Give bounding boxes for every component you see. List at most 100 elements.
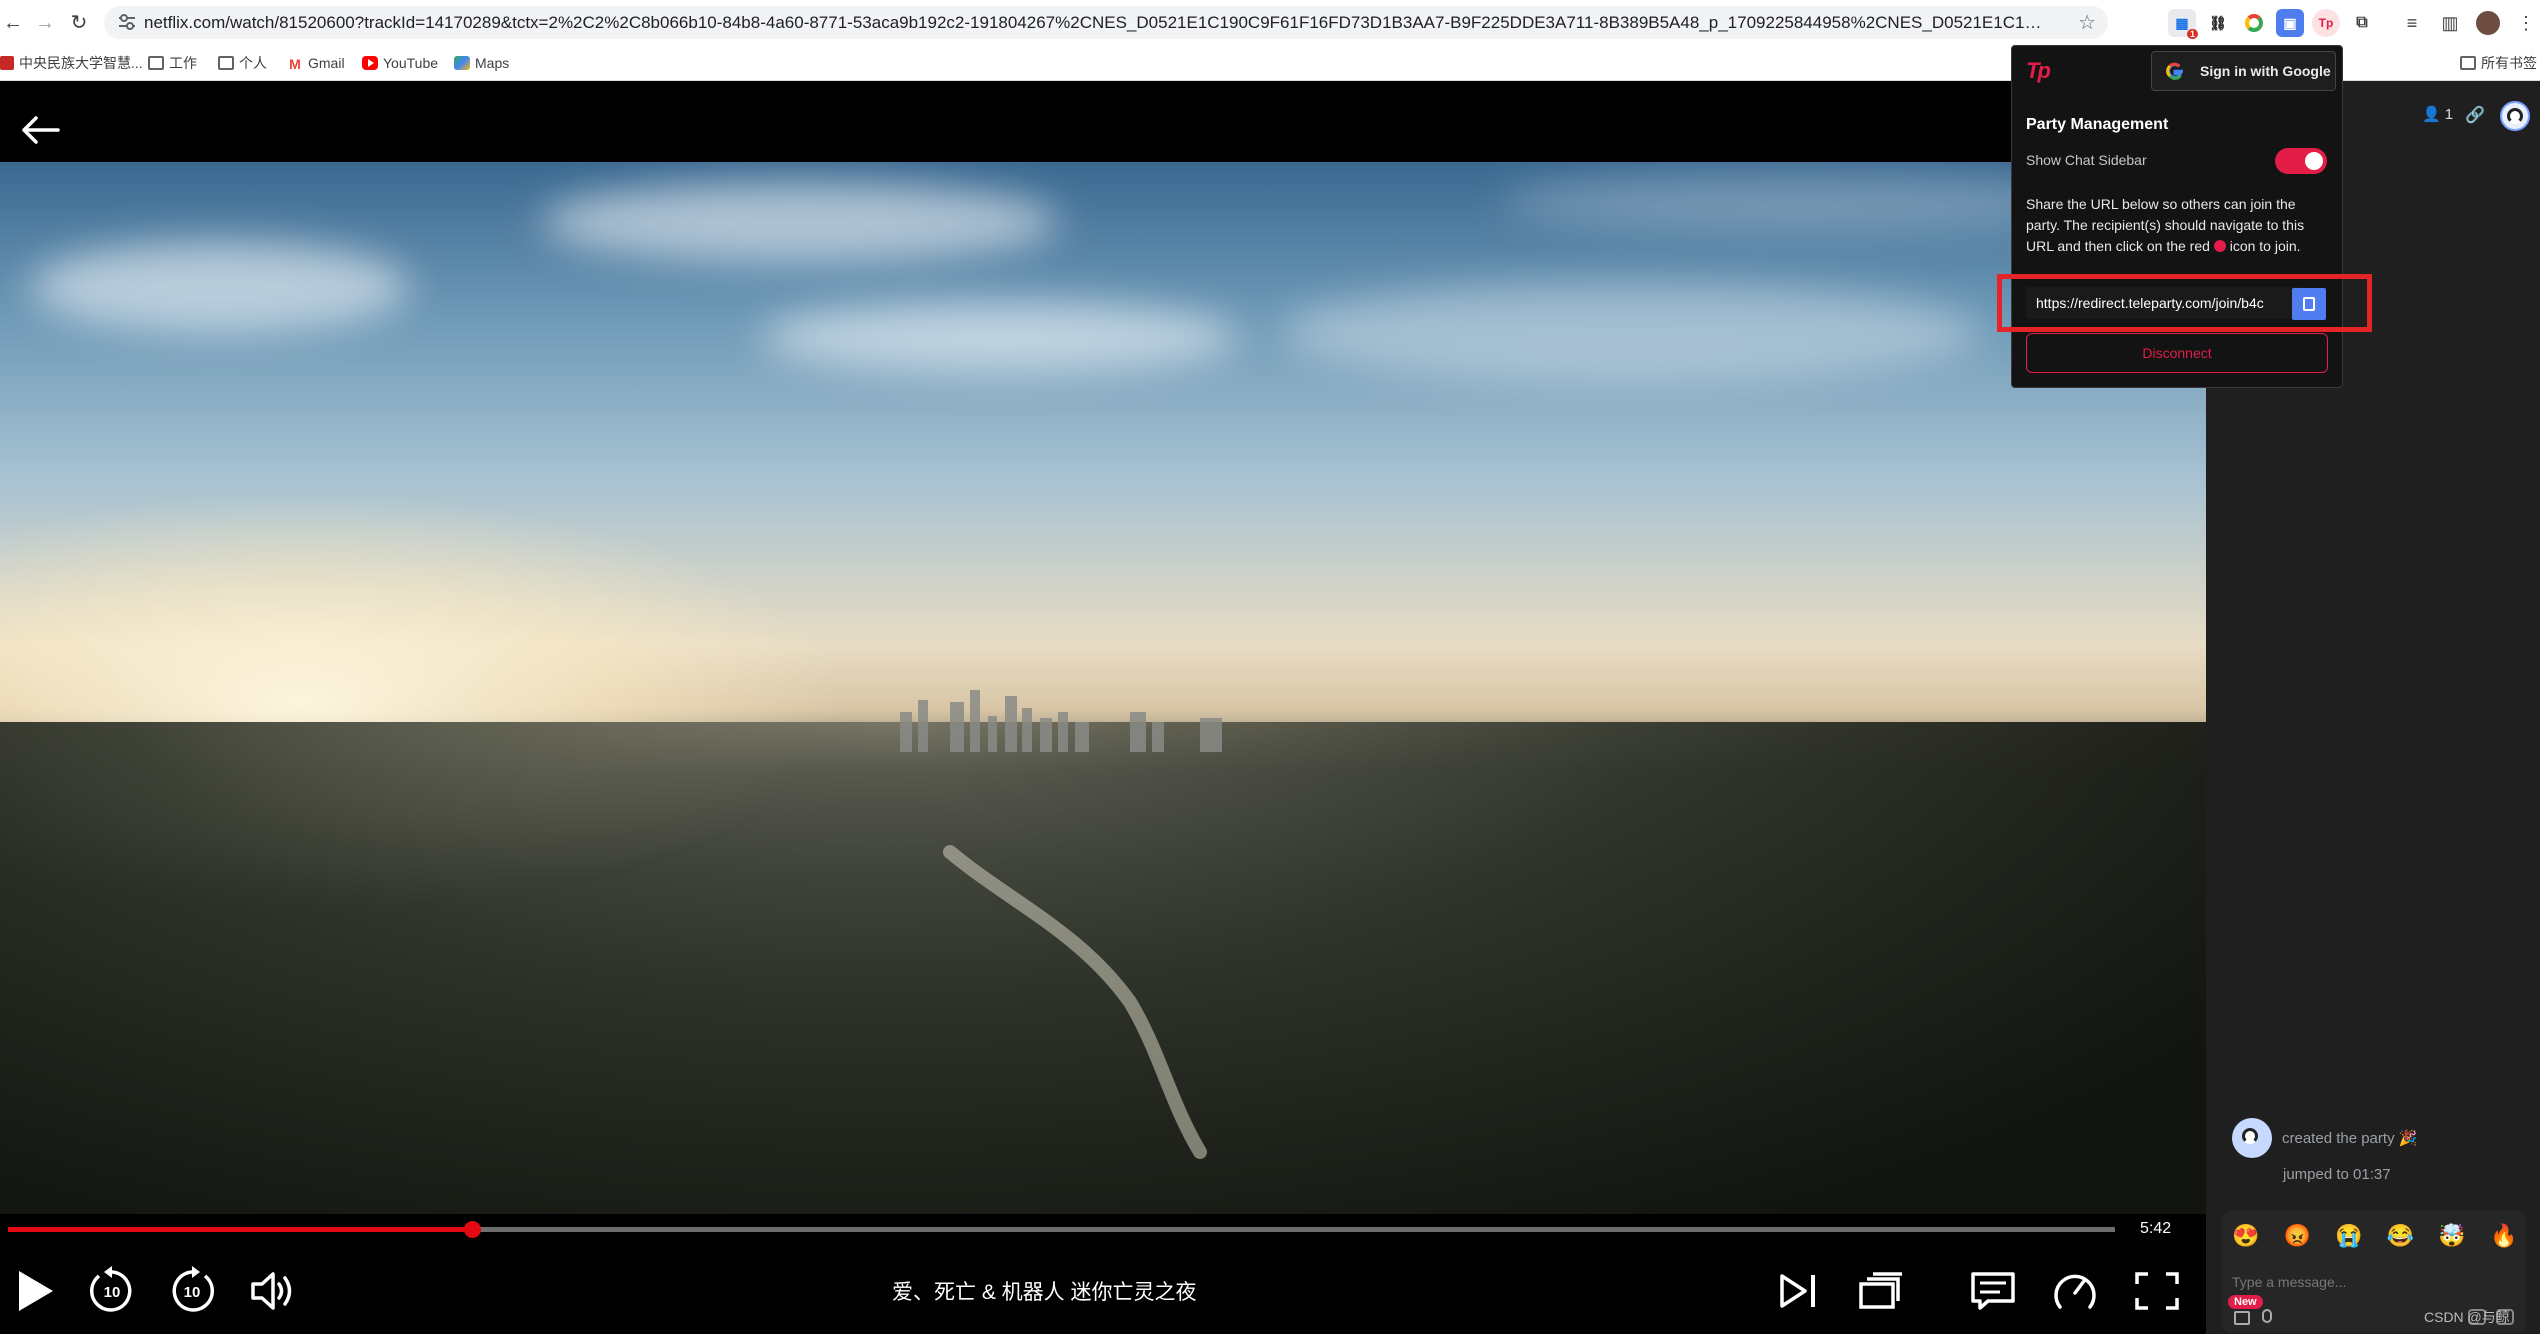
extension-icon[interactable]: ⛓ xyxy=(2204,9,2232,37)
volume-button[interactable] xyxy=(246,1263,302,1319)
next-episode-icon xyxy=(1780,1274,1815,1308)
google-signin-button[interactable]: Sign in with Google xyxy=(2151,51,2336,91)
skip-back-button[interactable]: 10 xyxy=(84,1263,140,1319)
site-favicon-icon xyxy=(0,56,14,70)
video-player[interactable]: 5:42 10 10 爱、死亡 & 机器人 迷你亡灵之夜 xyxy=(0,81,2206,1334)
gif-icon[interactable] xyxy=(2234,1311,2250,1325)
profile-avatar[interactable] xyxy=(2476,11,2500,35)
youtube-icon xyxy=(362,56,378,70)
message-text: created the party 🎉 xyxy=(2282,1129,2417,1147)
bookmark-label: 所有书签 xyxy=(2481,55,2537,71)
skip-forward-button[interactable]: 10 xyxy=(164,1263,220,1319)
emoji-laughing[interactable]: 😂 xyxy=(2387,1223,2414,1249)
back-arrow-icon[interactable] xyxy=(20,115,60,145)
watermark: CSDN @与鲸 xyxy=(2424,1309,2510,1325)
media-controls-icon[interactable]: ≡ xyxy=(2400,11,2424,35)
bookmark-maps[interactable]: Maps xyxy=(454,54,509,72)
cloud xyxy=(30,242,410,332)
cloud xyxy=(1500,172,2100,232)
puzzle-extensions-icon[interactable]: ⧉ xyxy=(2348,9,2376,37)
message-avatar xyxy=(2232,1118,2272,1158)
emoji-crying[interactable]: 😭 xyxy=(2335,1223,2362,1249)
chat-message-input[interactable] xyxy=(2232,1270,2482,1294)
folder-icon xyxy=(2460,56,2476,70)
share-text-part2: icon to join. xyxy=(2229,238,2301,254)
menu-dots-icon[interactable]: ⋮ xyxy=(2514,11,2538,35)
play-icon xyxy=(19,1271,53,1311)
chat-message: created the party 🎉 xyxy=(2232,1118,2417,1158)
cloud xyxy=(760,302,1240,372)
next-episode-button[interactable] xyxy=(1774,1263,1822,1319)
emoji-fire[interactable]: 🔥 xyxy=(2490,1223,2517,1249)
playback-speed-button[interactable] xyxy=(2048,1263,2102,1319)
side-panel-icon[interactable]: ▥ xyxy=(2438,11,2462,35)
teleparty-extension-icon[interactable]: Tp xyxy=(2312,9,2340,37)
annotation-highlight-box xyxy=(1997,274,2372,332)
replay-10-icon: 10 xyxy=(89,1266,132,1312)
gmail-icon: M xyxy=(289,56,301,72)
episode-title: 爱、死亡 & 机器人 迷你亡灵之夜 xyxy=(892,1281,1197,1304)
progress-fill xyxy=(8,1227,472,1232)
browser-toolbar: ← → ↻ netflix.com/watch/81520600?trackId… xyxy=(0,0,2540,45)
back-nav-icon[interactable]: ← xyxy=(0,10,26,36)
google-signin-label: Sign in with Google xyxy=(2200,63,2331,79)
emoji-angry[interactable]: 😡 xyxy=(2284,1223,2311,1249)
extensions-bar: ▦ 1 ⛓ ▣ Tp ⧉ xyxy=(2168,9,2376,39)
cloud xyxy=(1280,282,1980,382)
fullscreen-button[interactable] xyxy=(2130,1263,2184,1319)
system-message: jumped to 01:37 xyxy=(2283,1166,2391,1183)
folder-icon xyxy=(218,56,234,70)
cloud xyxy=(540,182,1060,262)
party-management-title: Party Management xyxy=(2026,116,2169,133)
site-settings-icon[interactable] xyxy=(118,14,136,30)
users-icon: 👤 xyxy=(2422,106,2441,123)
bookmark-star-icon[interactable]: ☆ xyxy=(2078,10,2096,35)
speedometer-icon xyxy=(2054,1274,2096,1309)
link-icon[interactable]: 🔗 xyxy=(2465,105,2485,125)
omnibox[interactable]: netflix.com/watch/81520600?trackId=14170… xyxy=(104,6,2108,39)
city-skyline xyxy=(900,690,1222,752)
progress-bar[interactable] xyxy=(8,1221,2115,1238)
avatar-face xyxy=(2242,1128,2258,1144)
browser-right-controls: ≡ ▥ ⋮ xyxy=(2400,9,2538,37)
highway xyxy=(943,845,1207,1159)
progress-scrubber[interactable] xyxy=(463,1221,481,1238)
disconnect-button[interactable]: Disconnect xyxy=(2026,333,2328,373)
reload-icon[interactable]: ↻ xyxy=(66,10,92,36)
bookmark-label: Maps xyxy=(475,55,510,71)
bookmark-label: 工作 xyxy=(169,55,197,71)
play-button[interactable] xyxy=(10,1263,60,1319)
url-text[interactable]: netflix.com/watch/81520600?trackId=14170… xyxy=(144,6,2044,39)
subtitles-button[interactable] xyxy=(1966,1263,2020,1319)
bookmark-folder-personal[interactable]: 个人 xyxy=(218,54,267,72)
bookmark-label: Gmail xyxy=(308,55,345,71)
emoji-heart-eyes[interactable]: 😍 xyxy=(2232,1223,2259,1249)
emoji-reactions: 😍 😡 😭 😂 🤯 🔥 xyxy=(2232,1223,2517,1249)
extension-icon[interactable]: ▦ 1 xyxy=(2168,9,2198,39)
message-body: created the party xyxy=(2282,1130,2395,1147)
all-bookmarks[interactable]: 所有书签 xyxy=(2460,54,2537,72)
bookmark-gmail[interactable]: M Gmail xyxy=(287,54,345,72)
forward-nav-icon[interactable]: → xyxy=(32,10,58,36)
show-chat-label: Show Chat Sidebar xyxy=(2026,152,2147,168)
extension-icon[interactable] xyxy=(2240,9,2268,37)
show-chat-toggle[interactable] xyxy=(2275,148,2327,174)
forward-10-icon: 10 xyxy=(172,1266,215,1312)
avatar-face xyxy=(2507,108,2523,124)
bookmark-youtube[interactable]: YouTube xyxy=(362,54,438,72)
participants-number: 1 xyxy=(2444,105,2454,123)
party-popper-icon: 🎉 xyxy=(2398,1130,2418,1147)
emoji-mind-blown[interactable]: 🤯 xyxy=(2438,1223,2465,1249)
skip-forward-seconds: 10 xyxy=(184,1284,201,1301)
microphone-icon[interactable] xyxy=(2262,1309,2272,1323)
video-frame[interactable] xyxy=(0,162,2206,1214)
bookmark-label: YouTube xyxy=(383,55,439,71)
teleparty-red-icon xyxy=(2213,240,2226,252)
user-avatar[interactable] xyxy=(2500,101,2530,131)
bookmark-item[interactable]: 中央民族大学智慧... xyxy=(0,54,143,72)
bookmark-folder-work[interactable]: 工作 xyxy=(148,54,197,72)
episodes-button[interactable] xyxy=(1854,1263,1908,1319)
teleparty-logo: Tp xyxy=(2026,58,2051,83)
participants-count[interactable]: 👤 1 xyxy=(2422,105,2454,124)
extension-icon[interactable]: ▣ xyxy=(2276,9,2304,37)
